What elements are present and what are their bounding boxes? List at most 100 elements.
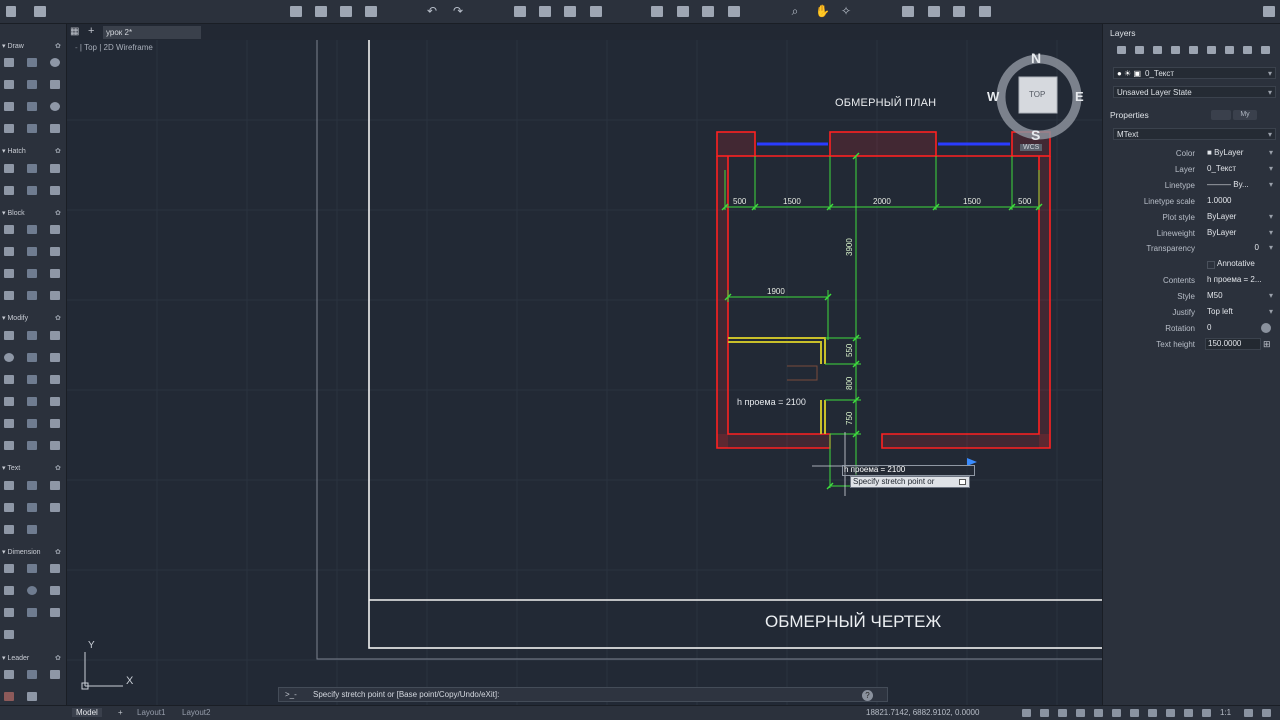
drawing-viewport[interactable]: - | Top | 2D Wireframe N S E W TOP WCS О…	[67, 40, 1102, 705]
lengthen-tool-icon[interactable]	[4, 441, 14, 450]
single-line-text-icon[interactable]	[27, 481, 37, 490]
point-tool-icon[interactable]	[27, 124, 37, 133]
object-type-dropdown[interactable]: MText	[1113, 128, 1276, 140]
compass-north[interactable]: N	[1031, 50, 1041, 66]
remove-leader-icon[interactable]	[50, 670, 60, 679]
prop-value-linetype-scale[interactable]: 1.0000	[1205, 195, 1275, 207]
write-block-icon[interactable]	[4, 269, 14, 278]
gradient-tool-icon[interactable]	[27, 164, 37, 173]
palette-section-draw[interactable]: ▾ Draw ✿	[2, 42, 61, 50]
publish-icon[interactable]	[564, 6, 576, 17]
new-tab-plus-icon[interactable]: +	[88, 25, 94, 37]
prop-value-transparency[interactable]: 0	[1205, 242, 1275, 254]
match-properties-icon[interactable]	[728, 6, 740, 17]
adjust-icon[interactable]	[50, 291, 60, 300]
layer-freeze-icon[interactable]	[1153, 46, 1162, 54]
rotate-tool-icon[interactable]	[27, 331, 37, 340]
undo-icon[interactable]: ↶	[426, 5, 438, 17]
grid-toggle-icon[interactable]	[1040, 709, 1049, 717]
paste-icon[interactable]	[702, 6, 714, 17]
spell-check-icon[interactable]	[4, 503, 14, 512]
layer-state-dropdown[interactable]: Unsaved Layer State	[1113, 86, 1276, 98]
layer-isolate-icon[interactable]	[1225, 46, 1234, 54]
tooltip-dropdown-icon[interactable]	[959, 479, 966, 485]
selection-cycling-icon[interactable]	[1184, 709, 1193, 717]
dim-vertical-3[interactable]: 800	[845, 377, 854, 390]
radius-dim-icon[interactable]	[27, 586, 37, 595]
baseline-dim-icon[interactable]	[4, 586, 14, 595]
sheet-title[interactable]: ОБМЕРНЫЙ ЧЕРТЕЖ	[765, 612, 941, 632]
continue-dim-icon[interactable]	[4, 608, 14, 617]
dim-top-1[interactable]: 500	[733, 197, 746, 206]
customize-icon[interactable]	[1262, 709, 1271, 717]
multileader-icon[interactable]	[4, 670, 14, 679]
chamfer-tool-icon[interactable]	[50, 419, 60, 428]
annotation-scale[interactable]: 1:1	[1220, 708, 1231, 717]
move-tool-icon[interactable]	[4, 331, 14, 340]
menu-icon[interactable]	[6, 6, 16, 17]
prop-value-layer[interactable]: 0_Текст	[1205, 163, 1275, 175]
prop-value-style[interactable]: M50	[1205, 290, 1275, 302]
define-attribute-icon[interactable]	[27, 247, 37, 256]
arc-tool-icon[interactable]	[27, 80, 37, 89]
extend-tool-icon[interactable]	[50, 441, 60, 450]
layer-unisolate-icon[interactable]	[1243, 46, 1252, 54]
print-preview-icon[interactable]	[539, 6, 551, 17]
otrack-toggle-icon[interactable]	[1130, 709, 1139, 717]
compass-east[interactable]: E	[1075, 89, 1084, 104]
diameter-dim-icon[interactable]	[50, 586, 60, 595]
dim-top-2[interactable]: 1500	[783, 197, 801, 206]
annotation-scale-icon[interactable]	[1202, 709, 1211, 717]
block-editor-icon[interactable]	[50, 269, 60, 278]
save-icon[interactable]	[340, 6, 352, 17]
dim-top-5[interactable]: 500	[1018, 197, 1031, 206]
base-point-icon[interactable]	[27, 269, 37, 278]
workspace-icon[interactable]	[34, 6, 46, 17]
text-align-icon[interactable]	[4, 525, 14, 534]
text-scale-icon[interactable]	[27, 525, 37, 534]
plot-icon[interactable]	[514, 6, 526, 17]
tab-layout1[interactable]: Layout1	[137, 708, 165, 717]
gear-icon[interactable]: ✿	[55, 42, 61, 50]
fillet-tool-icon[interactable]	[50, 353, 60, 362]
dim-vertical-1[interactable]: 3900	[845, 238, 854, 256]
prop-value-plot-style[interactable]: ByLayer	[1205, 211, 1275, 223]
opening-height-label[interactable]: h проема = 2100	[737, 397, 806, 407]
command-text[interactable]: Specify stretch point or [Base point/Cop…	[313, 690, 499, 699]
layer-previous-icon[interactable]	[1207, 46, 1216, 54]
polyline-tool-icon[interactable]	[27, 58, 37, 67]
add-leader-icon[interactable]	[27, 670, 37, 679]
lineweight-toggle-icon[interactable]	[1148, 709, 1157, 717]
viewcube[interactable]: N S E W TOP WCS	[987, 50, 1091, 156]
snap-toggle-icon[interactable]	[1058, 709, 1067, 717]
command-prompt-icon[interactable]: >_-	[285, 690, 297, 699]
open-file-icon[interactable]	[315, 6, 327, 17]
linear-dim-icon[interactable]	[4, 564, 14, 573]
pan-icon[interactable]: ✋	[815, 5, 830, 17]
stretch-tool-icon[interactable]	[4, 375, 14, 384]
join-tool-icon[interactable]	[27, 419, 37, 428]
dim-space-icon[interactable]	[27, 608, 37, 617]
edit-block-icon[interactable]	[50, 225, 60, 234]
polygon-tool-icon[interactable]	[50, 80, 60, 89]
help-icon[interactable]: ?	[862, 690, 873, 701]
gear-icon[interactable]: ✿	[55, 209, 61, 217]
dim-inner[interactable]: 1900	[767, 287, 785, 296]
palette-section-text[interactable]: ▾ Text ✿	[2, 464, 61, 472]
ellipse-tool-icon[interactable]	[50, 102, 60, 111]
copy-icon[interactable]	[677, 6, 689, 17]
trim-tool-icon[interactable]	[50, 331, 60, 340]
compass-south[interactable]: S	[1031, 127, 1040, 143]
osnap-toggle-icon[interactable]	[1112, 709, 1121, 717]
gear-icon[interactable]: ✿	[55, 654, 61, 662]
prop-value-justify[interactable]: Top left	[1205, 306, 1275, 318]
copy-tool-icon[interactable]	[4, 353, 14, 362]
ordinate-dim-icon[interactable]	[4, 630, 14, 639]
tab-layout2[interactable]: Layout2	[182, 708, 210, 717]
prop-value-lineweight[interactable]: ByLayer	[1205, 227, 1275, 239]
xref-icon[interactable]	[4, 291, 14, 300]
redo-icon[interactable]: ↷	[452, 5, 464, 17]
angular-dim-icon[interactable]	[50, 564, 60, 573]
aligned-dim-icon[interactable]	[27, 564, 37, 573]
viewcube-top-face[interactable]: TOP	[1029, 90, 1045, 99]
